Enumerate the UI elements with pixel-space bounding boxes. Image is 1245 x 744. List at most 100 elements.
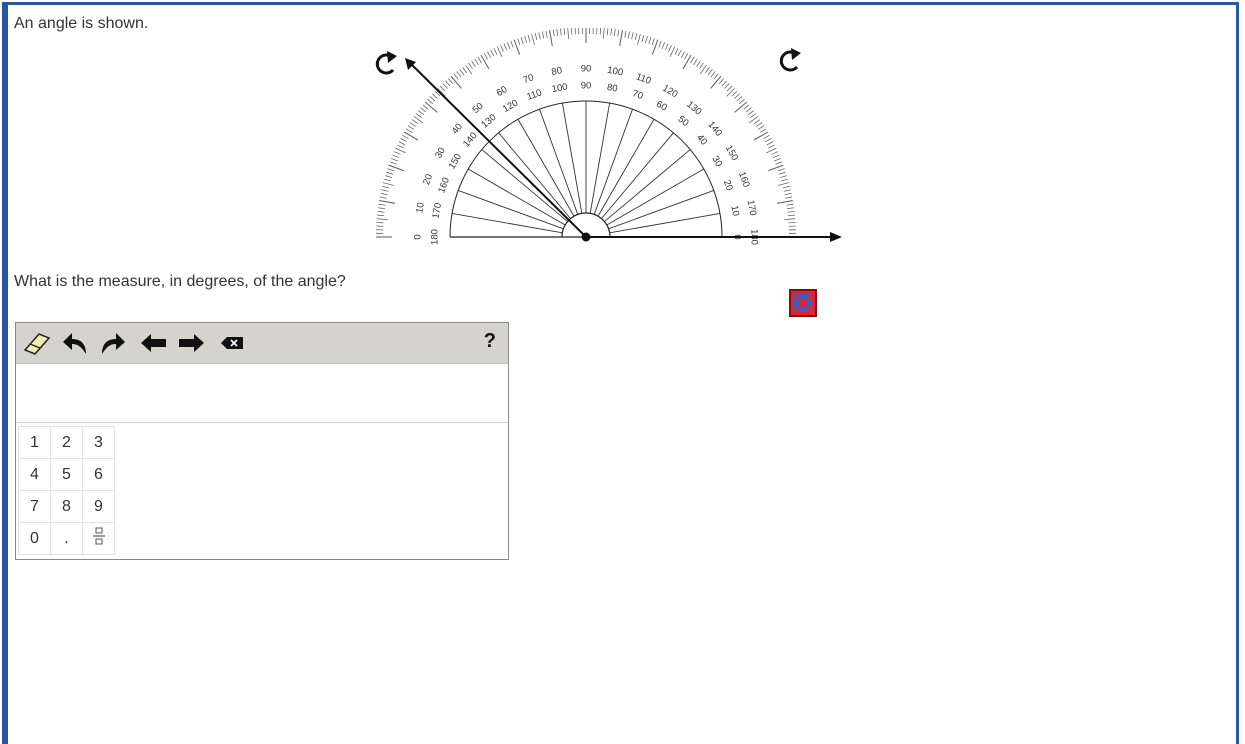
degree-label: 150	[723, 143, 740, 162]
degree-label: 170	[745, 199, 759, 217]
scale-tick	[710, 71, 716, 78]
degree-label: 60	[495, 84, 510, 99]
degree-label: 140	[705, 119, 724, 138]
degree-label: 100	[551, 82, 569, 96]
scale-tick	[560, 28, 562, 36]
key-3[interactable]: 3	[82, 426, 115, 459]
scale-tick	[382, 185, 390, 189]
scale-tick	[661, 42, 666, 49]
scale-tick	[617, 29, 620, 37]
scale-tick	[403, 131, 419, 141]
scale-tick	[398, 141, 406, 146]
scale-tick	[545, 30, 548, 38]
scale-tick	[644, 36, 648, 43]
answer-input[interactable]	[16, 364, 508, 423]
left-arrow-icon[interactable]	[139, 329, 169, 357]
scale-tick	[490, 49, 495, 57]
scale-tick	[765, 138, 772, 143]
key-decimal[interactable]: .	[50, 522, 83, 555]
scale-tick	[567, 28, 570, 39]
radial-line	[608, 190, 714, 230]
key-5[interactable]: 5	[50, 458, 83, 491]
radial-line	[609, 212, 721, 234]
key-0[interactable]: 0	[18, 522, 51, 555]
scale-tick	[602, 28, 605, 39]
scale-tick	[524, 36, 528, 43]
scale-tick	[780, 175, 787, 179]
scale-tick	[776, 199, 793, 204]
key-8[interactable]: 8	[50, 490, 83, 523]
eraser-icon[interactable]	[21, 329, 51, 357]
scale-tick	[517, 38, 521, 46]
scale-tick	[658, 40, 662, 48]
degree-label: 130	[479, 112, 498, 131]
scale-tick	[787, 211, 795, 213]
remove-response-icon[interactable]	[789, 289, 817, 317]
scale-tick	[422, 104, 429, 110]
scale-tick	[400, 138, 407, 143]
fraction-key-icon[interactable]	[82, 522, 115, 555]
scale-tick	[384, 178, 391, 182]
scale-tick	[772, 154, 780, 159]
backspace-icon[interactable]	[216, 329, 246, 357]
degree-label: 50	[470, 101, 485, 116]
radial-line	[467, 168, 566, 226]
equation-editor: ? 1 2 3 4 5 6 7 8 9 0 .	[15, 322, 509, 560]
degree-label: 130	[684, 99, 703, 118]
degree-label: 10	[414, 202, 427, 214]
editor-toolbar: ?	[16, 323, 508, 364]
key-1[interactable]: 1	[18, 426, 51, 459]
scale-tick	[627, 31, 631, 39]
scale-tick	[380, 192, 388, 196]
help-button[interactable]: ?	[484, 330, 496, 353]
rotate-protractor-handle-icon[interactable]	[779, 48, 801, 72]
scale-tick	[503, 43, 508, 51]
scale-tick	[531, 34, 535, 45]
key-4[interactable]: 4	[18, 458, 51, 491]
scale-tick	[563, 28, 566, 36]
scale-tick	[442, 83, 448, 89]
scale-tick	[552, 29, 555, 37]
scale-tick	[651, 38, 655, 46]
scale-tick	[736, 96, 743, 102]
degree-label: 60	[654, 99, 669, 114]
degree-label: 90	[581, 64, 592, 75]
key-9[interactable]: 9	[82, 490, 115, 523]
scale-tick	[781, 178, 788, 182]
scale-tick	[459, 69, 465, 76]
radial-line	[451, 212, 563, 234]
scale-tick	[493, 48, 498, 55]
scale-tick	[726, 85, 733, 92]
scale-tick	[483, 53, 488, 60]
scale-tick	[753, 131, 769, 141]
scale-tick	[418, 110, 425, 116]
scale-tick	[634, 33, 638, 41]
scale-tick	[506, 42, 511, 49]
scale-tick	[648, 37, 652, 45]
key-2[interactable]: 2	[50, 426, 83, 459]
scale-tick	[445, 80, 451, 87]
scale-tick	[756, 122, 763, 127]
radial-line	[601, 132, 674, 219]
key-6[interactable]: 6	[82, 458, 115, 491]
scale-tick	[693, 58, 698, 66]
scale-tick	[721, 80, 727, 87]
scale-tick	[379, 199, 396, 204]
degree-label: 70	[522, 72, 536, 86]
scale-tick	[766, 141, 774, 146]
radial-line	[593, 109, 633, 215]
scale-tick	[376, 218, 388, 221]
scale-tick	[674, 48, 679, 55]
redo-icon[interactable]	[98, 329, 128, 357]
scale-tick	[450, 75, 462, 89]
scale-tick	[456, 71, 462, 78]
scale-tick	[402, 134, 409, 139]
radial-line	[481, 149, 568, 222]
scale-tick	[743, 104, 750, 110]
scale-tick	[487, 51, 492, 58]
right-arrow-icon[interactable]	[176, 329, 206, 357]
undo-icon[interactable]	[60, 329, 90, 357]
key-7[interactable]: 7	[18, 490, 51, 523]
scale-tick	[548, 30, 553, 47]
rotate-ray-handle-icon[interactable]	[375, 51, 397, 75]
